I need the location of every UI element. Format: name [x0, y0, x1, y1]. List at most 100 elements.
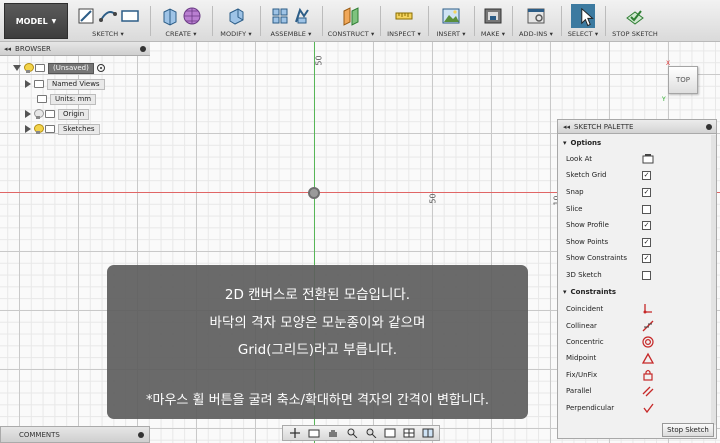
constraint-fix-unfix[interactable]: Fix/UnFix — [559, 367, 717, 383]
snap-checkbox[interactable]: ✓ — [642, 187, 651, 197]
form-icon[interactable] — [182, 6, 202, 26]
zoom-icon[interactable] — [346, 428, 358, 438]
show-profile-checkbox[interactable]: ✓ — [642, 220, 651, 230]
option-sketch-grid[interactable]: Sketch Grid ✓ — [559, 167, 717, 183]
browser-item-origin[interactable]: Origin — [25, 108, 90, 120]
option-snap[interactable]: Snap ✓ — [559, 184, 717, 200]
sketch-group[interactable]: SKETCH ▾ — [72, 3, 144, 41]
view-cube-face[interactable]: TOP — [668, 66, 698, 94]
browser-root-row[interactable]: (Unsaved) — [13, 62, 105, 74]
viewports-icon[interactable] — [422, 428, 434, 438]
browser-item-label: Units: mm — [50, 93, 97, 105]
option-show-profile[interactable]: Show Profile ✓ — [559, 217, 717, 233]
constraint-collinear[interactable]: Collinear — [559, 318, 717, 334]
show-points-checkbox[interactable]: ✓ — [642, 237, 651, 247]
toolbar-divider — [561, 6, 562, 36]
options-section-header[interactable]: ▾ Options — [559, 136, 717, 150]
collapse-triangle-icon[interactable] — [13, 65, 21, 71]
visibility-bulb-icon[interactable] — [24, 63, 34, 73]
inspect-group[interactable]: INSPECT ▾ — [384, 3, 424, 41]
visibility-bulb-icon[interactable] — [34, 109, 44, 119]
3d-sketch-checkbox[interactable] — [642, 270, 651, 280]
parallel-icon[interactable] — [642, 385, 654, 397]
constraint-coincident[interactable]: Coincident — [559, 301, 717, 317]
constraint-midpoint[interactable]: Midpoint — [559, 350, 717, 366]
fit-zoom-icon[interactable] — [365, 428, 377, 438]
option-3d-sketch[interactable]: 3D Sketch — [559, 267, 717, 283]
make-group[interactable]: MAKE ▾ — [476, 3, 510, 41]
browser-item-units[interactable]: Units: mm — [37, 93, 97, 105]
select-cursor-icon[interactable] — [571, 4, 595, 28]
stop-sketch-button[interactable]: Stop Sketch — [662, 423, 714, 437]
orbit-icon[interactable] — [289, 428, 301, 438]
measure-icon[interactable] — [394, 6, 414, 26]
line-icon[interactable] — [98, 6, 118, 26]
browser-item-label: Sketches — [58, 123, 100, 135]
comments-title: COMMENTS — [19, 430, 60, 439]
comments-panel[interactable]: COMMENTS — [0, 426, 150, 443]
sketch-create-icon[interactable] — [76, 6, 96, 26]
origin-point[interactable] — [308, 187, 320, 199]
option-show-constraints[interactable]: Show Constraints ✓ — [559, 250, 717, 266]
construct-group[interactable]: CONSTRUCT ▾ — [326, 3, 376, 41]
view-cube[interactable]: TOP X Y — [662, 60, 704, 104]
palette-header[interactable]: ◂◂ SKETCH PALETTE — [558, 120, 716, 134]
slice-checkbox[interactable] — [642, 204, 651, 214]
workspace-switcher[interactable]: MODEL ▼ — [4, 3, 68, 39]
modify-group[interactable]: MODIFY ▾ — [216, 3, 256, 41]
collapse-arrows-icon[interactable]: ◂◂ — [4, 45, 11, 53]
insert-group[interactable]: INSERT ▾ — [432, 3, 470, 41]
pan-hand-icon[interactable] — [327, 428, 339, 438]
option-slice[interactable]: Slice — [559, 201, 717, 217]
extrude-icon[interactable] — [160, 6, 180, 26]
document-icon — [35, 64, 45, 72]
collapse-arrows-icon[interactable]: ◂◂ — [563, 123, 570, 131]
select-group[interactable]: SELECT ▾ — [564, 3, 602, 41]
new-component-icon[interactable] — [270, 6, 290, 26]
option-show-points[interactable]: Show Points ✓ — [559, 234, 717, 250]
browser-item-named-views[interactable]: Named Views — [25, 78, 105, 90]
constraint-perpendicular[interactable]: Perpendicular — [559, 400, 717, 416]
option-look-at[interactable]: Look At — [559, 151, 717, 167]
stop-sketch-group[interactable]: STOP SKETCH — [608, 3, 662, 41]
pin-icon[interactable] — [138, 431, 144, 438]
expand-triangle-icon[interactable] — [25, 110, 31, 118]
insert-image-icon[interactable] — [441, 6, 461, 26]
sketch-grid-checkbox[interactable]: ✓ — [642, 170, 651, 180]
assemble-group[interactable]: ASSEMBLE ▾ — [264, 3, 318, 41]
create-group[interactable]: CREATE ▾ — [154, 3, 208, 41]
scripts-addins-icon[interactable] — [526, 6, 546, 26]
show-constraints-checkbox[interactable]: ✓ — [642, 253, 651, 263]
constraints-section-header[interactable]: ▾ Constraints — [559, 285, 717, 299]
addins-group[interactable]: ADD-INS ▾ — [514, 3, 558, 41]
look-at-icon[interactable] — [642, 153, 654, 165]
look-at-icon[interactable] — [308, 428, 320, 438]
browser-header[interactable]: ◂◂ BROWSER — [0, 42, 150, 56]
lock-icon[interactable] — [642, 369, 654, 381]
browser-item-sketches[interactable]: Sketches — [25, 123, 100, 135]
press-pull-icon[interactable] — [226, 6, 246, 26]
pin-icon[interactable] — [140, 45, 146, 52]
expand-triangle-icon[interactable] — [25, 80, 31, 88]
folder-icon — [34, 80, 44, 88]
coincident-icon[interactable] — [642, 303, 654, 315]
collinear-icon[interactable] — [642, 320, 654, 332]
activate-target-icon[interactable] — [96, 64, 105, 72]
concentric-icon[interactable] — [642, 336, 654, 348]
joint-icon[interactable] — [292, 6, 312, 26]
offset-plane-icon[interactable] — [341, 6, 361, 26]
expand-triangle-icon[interactable] — [25, 125, 31, 133]
constraint-concentric[interactable]: Concentric — [559, 334, 717, 350]
display-settings-icon[interactable] — [384, 428, 396, 438]
3d-print-icon[interactable] — [483, 6, 503, 26]
midpoint-icon[interactable] — [642, 352, 654, 364]
option-label: Snap — [566, 188, 584, 196]
rectangle-icon[interactable] — [120, 6, 140, 26]
stop-sketch-icon[interactable] — [625, 6, 645, 26]
pin-icon[interactable] — [706, 123, 712, 130]
browser-title: BROWSER — [15, 44, 51, 53]
perpendicular-icon[interactable] — [642, 402, 654, 414]
constraint-parallel[interactable]: Parallel — [559, 383, 717, 399]
visibility-bulb-icon[interactable] — [34, 124, 44, 134]
grid-settings-icon[interactable] — [403, 428, 415, 438]
